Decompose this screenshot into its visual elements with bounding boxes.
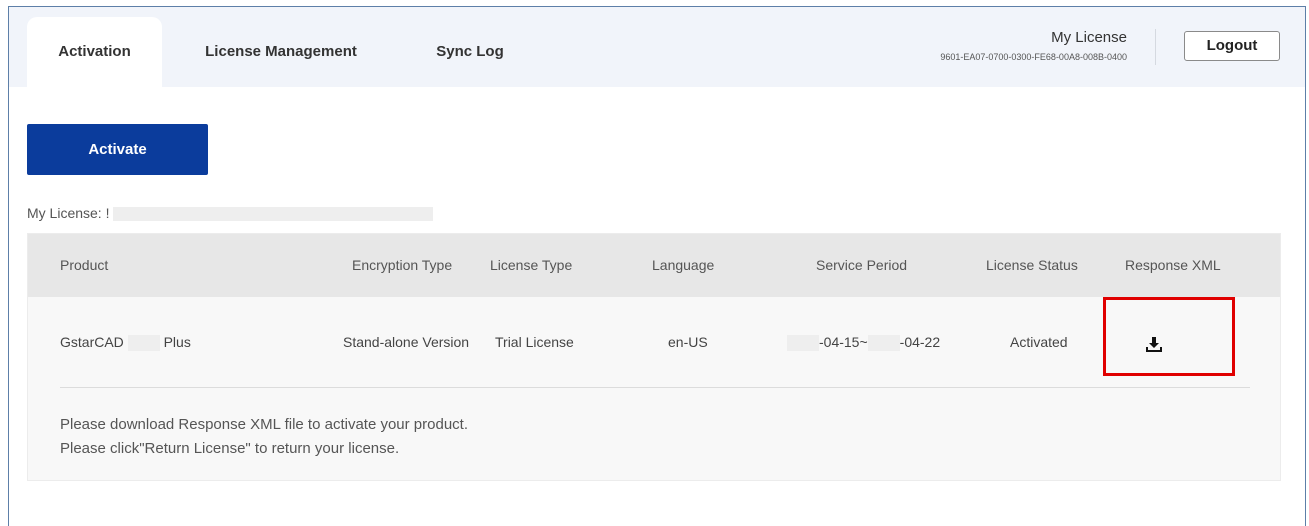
app-frame: Activation License Management Sync Log M… <box>8 6 1306 526</box>
cell-license-type: Trial License <box>495 334 574 350</box>
redacted-license-value <box>113 207 434 222</box>
col-response-xml: Response XML <box>1125 257 1221 273</box>
redacted-end-year <box>867 335 900 352</box>
col-encryption-type: Encryption Type <box>352 257 453 273</box>
tab-sync-log[interactable]: Sync Log <box>425 17 515 87</box>
table-header: Product Encryption Type License Type Lan… <box>28 234 1280 297</box>
cell-service-period: -04-15~ -04-22 <box>787 297 940 387</box>
product-name-prefix: GstarCAD <box>60 334 124 350</box>
tab-activation[interactable]: Activation <box>27 17 162 87</box>
top-nav: Activation License Management Sync Log M… <box>9 7 1305 87</box>
product-name-suffix: Plus <box>163 334 191 350</box>
cell-encryption-type: Stand-alone Version <box>343 334 470 350</box>
my-license-label: My License: ! <box>27 205 110 221</box>
row-divider <box>60 387 1250 388</box>
license-key: 9601-EA07-0700-0300-FE68-00A8-008B-0400 <box>940 52 1127 62</box>
note-download: Please download Response XML file to act… <box>60 416 469 433</box>
tab-license-management[interactable]: License Management <box>186 17 376 87</box>
my-license-line: My License: ! <box>27 205 434 222</box>
col-language: Language <box>652 257 715 273</box>
period-end: -04-22 <box>899 334 941 350</box>
note-return: Please click"Return License" to return y… <box>60 440 400 457</box>
col-product: Product <box>60 257 109 273</box>
logout-button[interactable]: Logout <box>1184 31 1280 61</box>
col-service-period: Service Period <box>816 257 908 273</box>
license-title: My License <box>1051 29 1127 46</box>
redacted-version <box>127 335 160 352</box>
cell-language: en-US <box>668 334 708 350</box>
cell-product: GstarCAD Plus <box>60 297 191 387</box>
cell-license-status: Activated <box>1010 334 1068 350</box>
license-table: Product Encryption Type License Type Lan… <box>27 233 1281 481</box>
col-license-status: License Status <box>986 257 1078 273</box>
header-divider <box>1155 29 1156 65</box>
redacted-start-year <box>787 335 819 352</box>
license-info: My License 9601-EA07-0700-0300-FE68-00A8… <box>940 29 1127 62</box>
highlight-box <box>1103 297 1235 376</box>
period-start: -04-15~ <box>819 334 868 350</box>
activate-button[interactable]: Activate <box>27 124 208 175</box>
col-license-type: License Type <box>490 257 573 273</box>
